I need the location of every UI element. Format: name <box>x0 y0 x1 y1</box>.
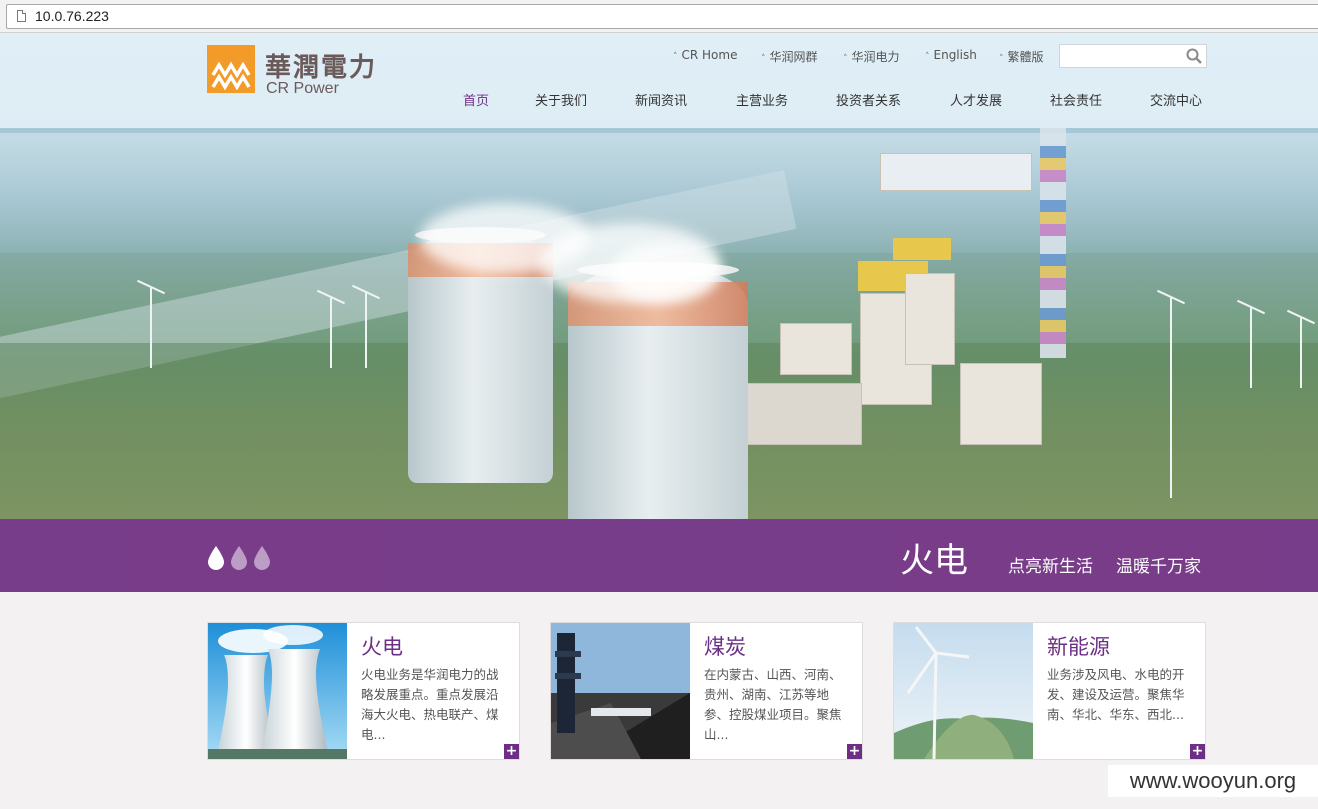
coal-image <box>551 623 690 759</box>
slide-dot-3-icon[interactable] <box>253 545 271 570</box>
top-link-cr-power[interactable]: ˄ 华润电力 <box>843 48 900 65</box>
watermark: www.wooyun.org <box>1108 765 1318 797</box>
nav-home[interactable]: 首页 <box>463 90 489 109</box>
caret-icon: ˄ <box>925 52 930 62</box>
card-new-energy[interactable]: 新能源 业务涉及风电、水电的开发、建设及运营。聚焦华南、华北、华东、西北... … <box>893 622 1206 760</box>
nav-about-us[interactable]: 关于我们 <box>535 90 587 109</box>
caret-icon: ˄ <box>673 52 678 62</box>
card-description: 火电业务是华润电力的战略发展重点。重点发展沿海大火电、热电联产、煤电... <box>361 667 499 742</box>
new-energy-image <box>894 623 1033 759</box>
cr-logo-icon <box>207 45 255 93</box>
search-input[interactable] <box>1059 44 1207 68</box>
caret-icon: ˄ <box>843 54 848 64</box>
logo-english-text: CR Power <box>266 80 339 97</box>
caret-icon: ˄ <box>761 54 766 64</box>
more-plus-icon[interactable]: + <box>504 744 519 759</box>
banner-title: 火电 <box>900 541 968 581</box>
nav-talent[interactable]: 人才发展 <box>950 90 1002 109</box>
more-plus-icon[interactable]: + <box>1190 744 1205 759</box>
url-field[interactable]: 10.0.76.223 <box>6 4 1318 29</box>
url-text: 10.0.76.223 <box>35 8 109 24</box>
top-link-english[interactable]: ˄ English <box>925 48 977 62</box>
slide-dot-2-icon[interactable] <box>230 545 248 570</box>
banner-slogan-1: 点亮新生活 <box>1008 557 1093 577</box>
nav-news[interactable]: 新闻资讯 <box>635 90 687 109</box>
more-plus-icon[interactable]: + <box>847 744 862 759</box>
card-description: 业务涉及风电、水电的开发、建设及运营。聚焦华南、华北、华东、西北... <box>1047 667 1185 722</box>
slogan-banner: 火电 点亮新生活 温暖千万家 <box>0 519 1318 592</box>
nav-investor-relations[interactable]: 投资者关系 <box>836 90 901 109</box>
page-icon <box>17 10 26 22</box>
top-link-cr-network[interactable]: ˄ 华润网群 <box>761 48 818 65</box>
top-link-cr-home[interactable]: ˄ CR Home <box>673 48 737 62</box>
search-icon[interactable] <box>1186 48 1202 68</box>
card-thermal-power[interactable]: 火电 火电业务是华润电力的战略发展重点。重点发展沿海大火电、热电联产、煤电...… <box>207 622 520 760</box>
nav-social-responsibility[interactable]: 社会责任 <box>1050 90 1102 109</box>
card-title: 煤炭 <box>704 635 746 659</box>
site-header: 華潤電力 CR Power ˄ CR Home ˄ 华润网群 ˄ 华润电力 ˄ Engl… <box>0 33 1318 128</box>
thermal-power-image <box>208 623 347 759</box>
card-title: 火电 <box>361 635 403 659</box>
card-description: 在内蒙古、山西、河南、贵州、湖南、江苏等地参、控股煤业项目。聚焦山... <box>704 667 842 742</box>
card-title: 新能源 <box>1047 635 1110 659</box>
nav-communication-center[interactable]: 交流中心 <box>1150 90 1202 109</box>
top-link-traditional-chinese[interactable]: ˄ 繁體版 <box>999 48 1044 65</box>
banner-slogan-2: 温暖千万家 <box>1116 557 1201 577</box>
logo-chinese-text: 華潤電力 <box>265 53 378 83</box>
browser-address-bar: 10.0.76.223 <box>0 0 1318 33</box>
slide-dot-1-icon[interactable] <box>207 545 225 570</box>
card-coal[interactable]: 煤炭 在内蒙古、山西、河南、贵州、湖南、江苏等地参、控股煤业项目。聚焦山... … <box>550 622 863 760</box>
nav-main-business[interactable]: 主营业务 <box>736 90 788 109</box>
caret-icon: ˄ <box>999 54 1004 64</box>
